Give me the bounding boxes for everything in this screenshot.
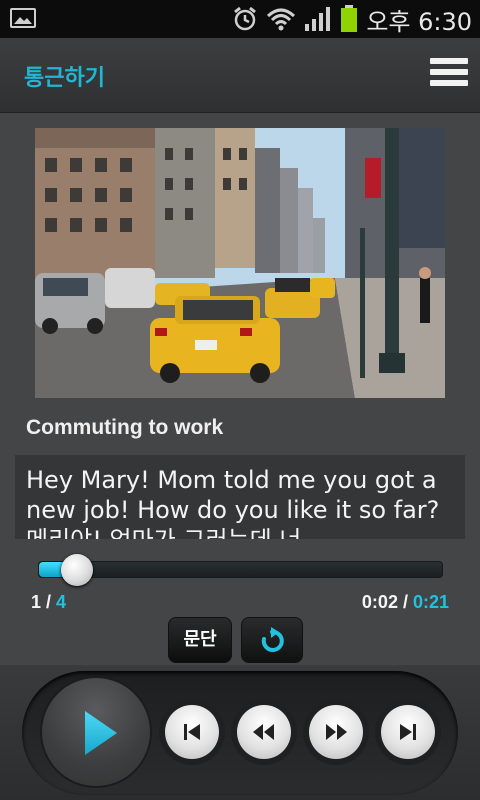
lesson-text-box[interactable]: Hey Mary! Mom told me you got a new job!…: [15, 455, 465, 539]
play-icon: [85, 711, 117, 755]
next-track-button[interactable]: [375, 699, 441, 765]
status-bar: 오후 6:30: [0, 0, 480, 38]
signal-icon: [305, 7, 331, 31]
play-button[interactable]: [40, 676, 152, 788]
time-separator: /: [397, 592, 413, 612]
gallery-notification-icon: [10, 8, 36, 28]
korean-line-1: 메리야! 엄마가 그러는데 너: [26, 526, 301, 539]
repeat-button[interactable]: [241, 617, 303, 663]
page-title: 통근하기: [24, 66, 105, 91]
lesson-image: [35, 128, 445, 398]
paragraph-total: 4: [56, 592, 67, 612]
time-elapsed: 0:02: [361, 592, 398, 612]
skip-previous-icon: [184, 724, 200, 740]
paragraph-current: 1: [31, 592, 42, 612]
paragraph-separator: /: [41, 592, 57, 612]
battery-icon: [341, 5, 358, 32]
skip-next-icon: [400, 724, 416, 740]
time-total: 0:21: [412, 592, 449, 612]
paragraph-button[interactable]: 문단: [168, 617, 232, 663]
lesson-title: Commuting to work: [26, 416, 224, 439]
english-line-2: new job! How do you like it so far?: [26, 496, 440, 524]
rewind-icon: [253, 724, 274, 740]
paragraph-counter: 1 / 4: [31, 592, 66, 613]
time-counter: 0:02 / 0:21: [362, 592, 449, 613]
fast-forward-button[interactable]: [303, 699, 369, 765]
repeat-icon: [261, 627, 284, 652]
app-header: 통근하기: [0, 38, 480, 113]
seek-thumb[interactable]: [61, 554, 93, 586]
previous-track-button[interactable]: [159, 699, 225, 765]
english-line-1: Hey Mary! Mom told me you got a: [26, 466, 437, 494]
hamburger-menu-icon[interactable]: [430, 58, 468, 92]
fast-forward-icon: [326, 724, 347, 740]
clock: 오후 6:30: [366, 7, 472, 36]
seek-bar[interactable]: [38, 561, 443, 578]
wifi-icon: [267, 8, 296, 31]
rewind-button[interactable]: [231, 699, 297, 765]
alarm-icon: [234, 6, 257, 31]
